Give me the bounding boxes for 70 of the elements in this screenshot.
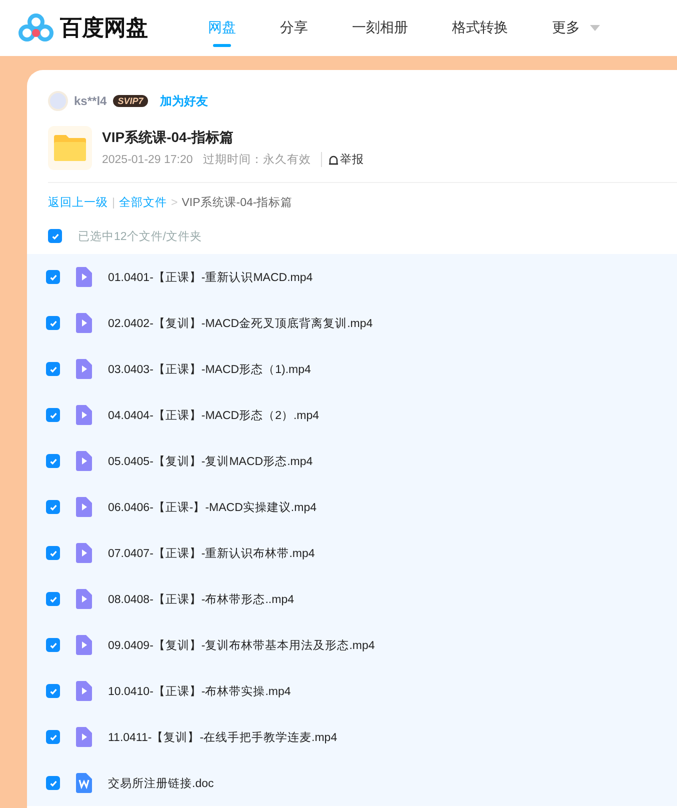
nav-tab[interactable]: 一刻相册 <box>352 0 408 56</box>
video-file-icon <box>76 359 92 379</box>
vip-badge: SVIP7 <box>112 95 148 107</box>
file-name[interactable]: 11.0411-【复训】-在线手把手教学连麦.mp4 <box>108 730 338 744</box>
folder-icon <box>48 126 92 170</box>
video-file-icon <box>76 313 92 333</box>
check-icon <box>48 364 58 374</box>
video-file-icon <box>76 727 92 747</box>
file-checkbox[interactable] <box>46 546 60 560</box>
video-file-icon <box>76 589 92 609</box>
check-icon <box>48 548 58 558</box>
logo-text: 百度网盘 <box>60 14 148 42</box>
file-name[interactable]: 交易所注册链接.doc <box>108 776 214 790</box>
folder-title: VIP系统课-04-指标篇 <box>102 129 234 147</box>
expiry-text: 过期时间：永久有效 <box>202 152 311 167</box>
file-name[interactable]: 10.0410-【正课】-布林带实操.mp4 <box>108 684 291 698</box>
nav-tab[interactable]: 格式转换 <box>452 0 508 56</box>
check-icon <box>48 778 58 788</box>
file-checkbox[interactable] <box>46 500 60 514</box>
file-name[interactable]: 08.0408-【正课】-布林带形态..mp4 <box>108 592 294 606</box>
file-checkbox[interactable] <box>46 270 60 284</box>
tab-indicator <box>213 44 231 47</box>
file-checkbox[interactable] <box>46 316 60 330</box>
check-icon <box>48 456 58 466</box>
share-date: 2025-01-29 17:20 <box>102 154 193 166</box>
nav-tab[interactable]: 分享 <box>280 0 308 56</box>
video-file-icon <box>76 681 92 701</box>
check-icon <box>48 502 58 512</box>
file-name[interactable]: 05.0405-【复训】-复训MACD形态.mp4 <box>108 454 313 468</box>
file-name[interactable]: 03.0403-【正课】-MACD形态（1).mp4 <box>108 362 311 376</box>
check-icon <box>50 232 60 240</box>
file-name[interactable]: 09.0409-【复训】-复训布林带基本用法及形态.mp4 <box>108 638 375 652</box>
check-icon <box>48 410 58 420</box>
file-checkbox[interactable] <box>46 776 60 790</box>
file-name[interactable]: 02.0402-【复训】-MACD金死叉顶底背离复训.mp4 <box>108 316 373 330</box>
avatar <box>48 91 68 111</box>
file-name[interactable]: 07.0407-【正课】-重新认识布林带.mp4 <box>108 546 315 560</box>
file-checkbox[interactable] <box>46 684 60 698</box>
breadcrumb-separator: > <box>171 196 178 208</box>
check-icon <box>48 594 58 604</box>
check-icon <box>48 732 58 742</box>
breadcrumb-divider: | <box>112 196 115 208</box>
video-file-icon <box>76 267 92 287</box>
check-icon <box>48 640 58 650</box>
nav-tab[interactable]: 更多 <box>552 0 600 56</box>
selection-count: 已选中12个文件/文件夹 <box>78 230 202 244</box>
video-file-icon <box>76 497 92 517</box>
user-name: ks**l4 <box>74 94 107 108</box>
select-all-checkbox[interactable] <box>48 229 62 243</box>
video-file-icon <box>76 451 92 471</box>
cloud-logo-icon <box>18 13 54 43</box>
video-file-icon <box>76 635 92 655</box>
report-link[interactable]: 举报 <box>340 152 364 167</box>
file-checkbox[interactable] <box>46 638 60 652</box>
file-checkbox[interactable] <box>46 454 60 468</box>
check-icon <box>48 686 58 696</box>
check-icon <box>48 272 58 282</box>
current-folder: VIP系统课-04-指标篇 <box>182 195 293 210</box>
file-checkbox[interactable] <box>46 592 60 606</box>
file-checkbox[interactable] <box>46 362 60 376</box>
check-icon <box>48 318 58 328</box>
file-checkbox[interactable] <box>46 408 60 422</box>
file-name[interactable]: 06.0406-【正课-】-MACD实操建议.mp4 <box>108 500 316 514</box>
word-file-icon <box>76 773 92 793</box>
alarm-icon <box>328 154 339 165</box>
video-file-icon <box>76 543 92 563</box>
file-name[interactable]: 01.0401-【正课】-重新认识MACD.mp4 <box>108 270 313 284</box>
file-name[interactable]: 04.0404-【正课】-MACD形态（2）.mp4 <box>108 408 320 422</box>
file-checkbox[interactable] <box>46 730 60 744</box>
video-file-icon <box>76 405 92 425</box>
